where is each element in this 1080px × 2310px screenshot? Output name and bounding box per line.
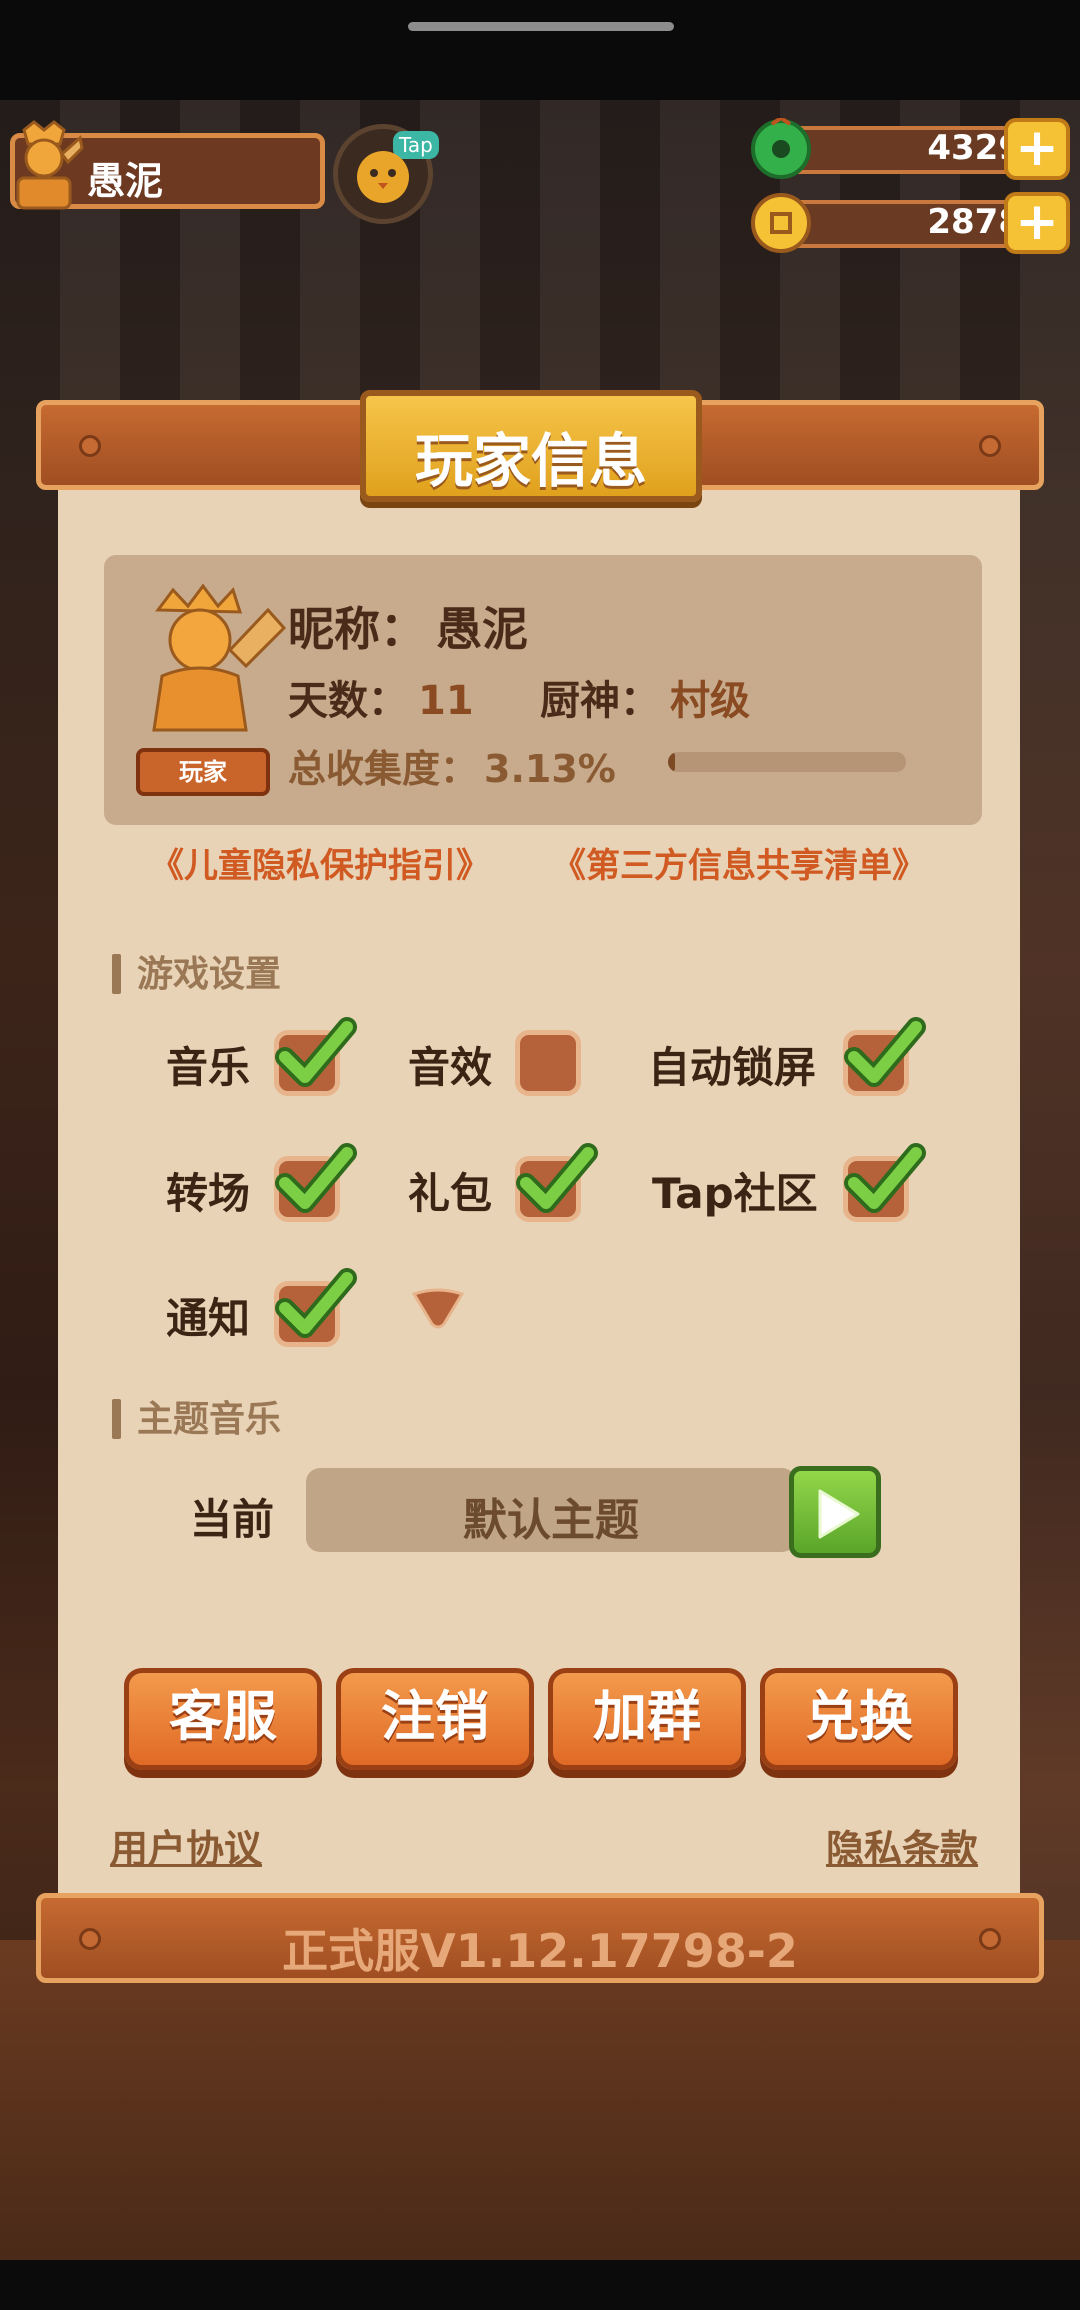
- section-marker: [112, 954, 121, 994]
- player-name: 愚泥: [87, 159, 164, 203]
- music-label: 音乐: [166, 1043, 251, 1092]
- current-theme-value: 默认主题: [463, 1495, 639, 1546]
- checkmark-icon: [275, 1143, 357, 1213]
- add-jade-button[interactable]: +: [1004, 118, 1070, 180]
- nickname-value: 愚泥: [436, 602, 528, 656]
- transition-label: 转场: [166, 1169, 251, 1218]
- children-privacy-link[interactable]: 《儿童隐私保护指引》: [150, 846, 490, 886]
- checkmark-icon: [516, 1143, 598, 1213]
- collection-value: 3.13%: [484, 747, 616, 791]
- game-settings-heading: 游戏设置: [112, 945, 281, 997]
- tap-community-button[interactable]: Tap: [333, 124, 439, 224]
- chick-icon: [357, 151, 409, 203]
- privacy-policy-link[interactable]: 隐私条款: [826, 1818, 978, 1873]
- nail-icon: [79, 435, 101, 457]
- gift-pack-label: 礼包: [408, 1169, 493, 1218]
- customer-service-button[interactable]: 客服: [124, 1668, 322, 1770]
- chef-label: 厨神：: [540, 678, 660, 724]
- collection-label: 总收集度：: [288, 747, 479, 791]
- theme-music-title: 主题音乐: [137, 1399, 282, 1440]
- nickname-label: 昵称：: [288, 602, 426, 656]
- collection-row: 总收集度： 3.13%: [288, 738, 616, 793]
- policy-links: 《儿童隐私保护指引》 《第三方信息共享清单》: [150, 838, 926, 887]
- auto-lock-label: 自动锁屏: [648, 1043, 817, 1092]
- coin-currency: 2878 +: [750, 192, 1070, 254]
- join-group-button[interactable]: 加群: [548, 1668, 746, 1770]
- status-bar: [0, 0, 1080, 100]
- panel-title-plate: 玩家信息: [360, 390, 702, 502]
- checkmark-icon: [275, 1268, 357, 1338]
- chef-rank-row: 厨神： 村级: [540, 668, 750, 726]
- chef-value: 村级: [670, 678, 750, 724]
- sfx-label: 音效: [408, 1043, 493, 1092]
- add-coin-button[interactable]: +: [1004, 192, 1070, 254]
- days-label: 天数：: [288, 678, 408, 724]
- trophy-label: 玩家: [179, 758, 227, 786]
- expand-more-icon[interactable]: [410, 1288, 466, 1330]
- days-value: 11: [418, 678, 474, 724]
- days-row: 天数： 11: [288, 668, 474, 726]
- checkmark-icon: [844, 1143, 926, 1213]
- jade-icon: [751, 118, 811, 179]
- panel-title: 玩家信息: [414, 427, 647, 495]
- section-marker: [112, 1399, 121, 1439]
- play-icon: [818, 1489, 860, 1539]
- user-agreement-link[interactable]: 用户协议: [110, 1818, 262, 1873]
- version-label: 正式服V1.12.17798-2: [282, 1924, 798, 1978]
- jade-currency: 4329 +: [750, 118, 1070, 180]
- logout-button[interactable]: 注销: [336, 1668, 534, 1770]
- tap-community-checkbox[interactable]: [843, 1143, 926, 1222]
- player-trophy-icon: 玩家: [136, 583, 287, 796]
- collection-progress-bar: [668, 752, 906, 772]
- nail-icon: [979, 435, 1001, 457]
- redeem-button[interactable]: 兑换: [760, 1668, 958, 1770]
- home-indicator: [408, 22, 674, 31]
- auto-lock-checkbox[interactable]: [843, 1017, 926, 1096]
- notification-checkbox[interactable]: [274, 1268, 357, 1347]
- play-theme-button[interactable]: [789, 1466, 881, 1558]
- third-party-sharing-link[interactable]: 《第三方信息共享清单》: [552, 838, 926, 887]
- tap-community-label: Tap社区: [652, 1169, 818, 1218]
- theme-music-heading: 主题音乐: [112, 1390, 281, 1442]
- current-theme-label: 当前: [190, 1495, 275, 1544]
- transition-checkbox[interactable]: [274, 1143, 357, 1222]
- nav-bar: [0, 2260, 1080, 2310]
- game-settings-title: 游戏设置: [137, 954, 282, 995]
- checkmark-icon: [844, 1017, 926, 1087]
- coin-icon: [751, 193, 811, 253]
- current-theme-field[interactable]: 默认主题: [306, 1468, 796, 1552]
- notification-label: 通知: [166, 1294, 251, 1343]
- music-checkbox[interactable]: [274, 1017, 357, 1096]
- checkmark-icon: [275, 1017, 357, 1087]
- player-avatar-icon[interactable]: [4, 118, 84, 214]
- background-market: [0, 1940, 1080, 2260]
- sfx-checkbox[interactable]: [515, 1030, 581, 1096]
- gift-pack-checkbox[interactable]: [515, 1143, 598, 1222]
- nickname-row: 昵称： 愚泥: [288, 593, 528, 659]
